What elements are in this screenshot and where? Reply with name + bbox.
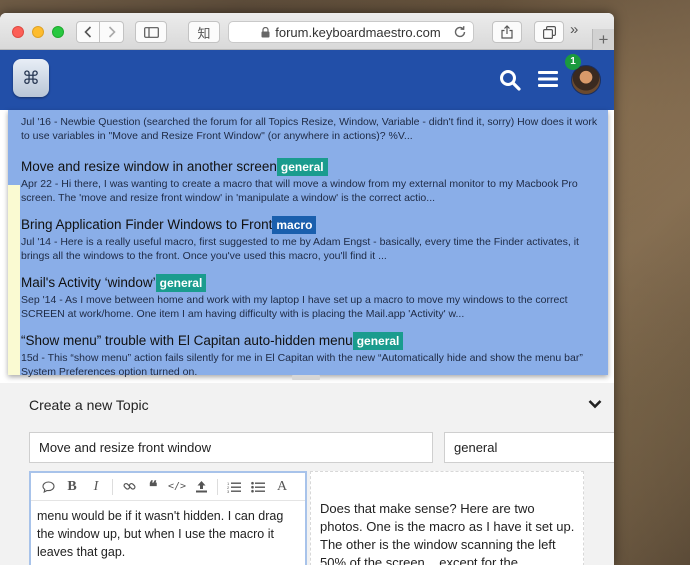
more-toolbar-icon[interactable]: » <box>570 21 578 38</box>
post-editor[interactable]: B I ❝ </> 123 A menu would be if it wasn… <box>29 471 307 565</box>
site-header: ⌘ 1 <box>0 50 614 110</box>
result-snippet: Sep '14 - As I move between home and wor… <box>21 294 568 320</box>
composer-heading: Create a new Topic <box>29 397 149 413</box>
result-item[interactable]: Jul '16 - Newbie Question (searched the … <box>21 116 601 143</box>
reload-icon[interactable] <box>453 25 467 39</box>
category-tag[interactable]: general <box>155 274 207 292</box>
composer-resize-grip[interactable] <box>292 375 320 380</box>
notification-badge[interactable]: 1 <box>565 54 581 70</box>
chevron-left-icon <box>84 26 92 38</box>
reader-button[interactable]: 知 <box>188 21 220 43</box>
toolbar-divider <box>112 478 113 495</box>
toolbar-divider <box>217 478 218 495</box>
back-button[interactable] <box>76 21 100 43</box>
editor-toolbar: B I ❝ </> 123 A <box>31 473 305 501</box>
minimize-window-button[interactable] <box>32 26 44 38</box>
topic-title-input[interactable] <box>29 432 433 463</box>
chevron-right-icon <box>108 26 116 38</box>
link-button[interactable] <box>119 477 139 497</box>
result-item[interactable]: Bring Application Finder Windows to Fron… <box>21 216 601 263</box>
category-tag[interactable]: macro <box>272 216 317 234</box>
result-item[interactable]: Move and resize window in another screen… <box>21 158 601 205</box>
result-snippet: Jul '16 - Newbie Question (searched the … <box>21 116 598 142</box>
tabs-overview-button[interactable] <box>534 21 564 43</box>
upload-button[interactable] <box>191 477 211 497</box>
result-title-text: Bring Application Finder Windows to Fron… <box>21 217 273 232</box>
result-title[interactable]: Bring Application Finder Windows to Fron… <box>21 216 601 234</box>
plus-icon: + <box>598 29 609 49</box>
result-item[interactable]: “Show menu” trouble with El Capitan auto… <box>21 332 601 379</box>
search-icon[interactable] <box>499 69 521 91</box>
bullet-list-icon <box>251 481 265 492</box>
similar-topics-panel: Jul '16 - Newbie Question (searched the … <box>0 110 614 378</box>
forward-button[interactable] <box>100 21 124 43</box>
bullet-list-button[interactable] <box>248 477 268 497</box>
category-tag[interactable]: general <box>352 332 404 350</box>
result-title[interactable]: Mail's Activity ‘window’ general <box>21 274 601 292</box>
result-snippet: Apr 22 - Hi there, I was wanting to crea… <box>21 178 578 204</box>
sidebar-icon <box>143 26 159 38</box>
tabs-icon <box>542 25 556 39</box>
close-window-button[interactable] <box>12 26 24 38</box>
sidebar-button[interactable] <box>135 21 167 43</box>
keyboard-maestro-logo[interactable]: ⌘ <box>13 59 49 97</box>
numbered-list-button[interactable]: 123 <box>224 477 244 497</box>
category-select[interactable]: general <box>444 432 614 463</box>
italic-button[interactable]: I <box>86 477 106 497</box>
highlight-strip <box>8 185 20 375</box>
new-tab-button[interactable]: + <box>592 29 614 50</box>
topic-composer: Create a new Topic general B I ❝ </> <box>0 383 614 565</box>
code-button[interactable]: </> <box>167 477 187 497</box>
numbered-list-icon: 123 <box>227 481 241 493</box>
upload-icon <box>195 481 207 493</box>
result-title-text: “Show menu” trouble with El Capitan auto… <box>21 333 353 348</box>
speech-bubble-icon <box>41 480 55 493</box>
lock-icon <box>261 26 270 37</box>
chevron-down-icon[interactable] <box>588 399 602 409</box>
text-style-button[interactable]: A <box>272 477 292 497</box>
result-title[interactable]: Move and resize window in another screen… <box>21 158 601 176</box>
result-title[interactable]: “Show menu” trouble with El Capitan auto… <box>21 332 601 350</box>
svg-text:3: 3 <box>227 489 230 493</box>
quote-reply-button[interactable] <box>38 477 58 497</box>
address-bar[interactable]: forum.keyboardmaestro.com <box>228 21 474 43</box>
post-preview: Does that make sense? Here are two photo… <box>310 471 584 565</box>
share-icon <box>501 25 513 39</box>
editor-text[interactable]: menu would be if it wasn't hidden. I can… <box>37 507 299 561</box>
result-title-text: Move and resize window in another screen <box>21 159 277 174</box>
zoom-window-button[interactable] <box>52 26 64 38</box>
result-title-text: Mail's Activity ‘window’ <box>21 275 156 290</box>
url-text: forum.keyboardmaestro.com <box>275 24 441 40</box>
share-button[interactable] <box>492 21 522 43</box>
reader-label: 知 <box>197 25 211 41</box>
link-icon <box>122 482 136 490</box>
result-item[interactable]: Mail's Activity ‘window’ general Sep '14 … <box>21 274 601 321</box>
result-snippet: Jul '14 - Here is a really useful macro,… <box>21 236 579 262</box>
preview-text: Does that make sense? Here are two photo… <box>320 501 575 565</box>
hamburger-menu-icon[interactable] <box>538 69 558 89</box>
bold-button[interactable]: B <box>62 477 82 497</box>
blockquote-button[interactable]: ❝ <box>143 477 163 497</box>
command-key-icon: ⌘ <box>22 67 40 88</box>
browser-window: 知 forum.keyboardmaestro.com » + ⌘ 1 Jul … <box>0 13 614 565</box>
category-tag[interactable]: general <box>276 158 328 176</box>
browser-toolbar: 知 forum.keyboardmaestro.com » + <box>0 13 614 50</box>
